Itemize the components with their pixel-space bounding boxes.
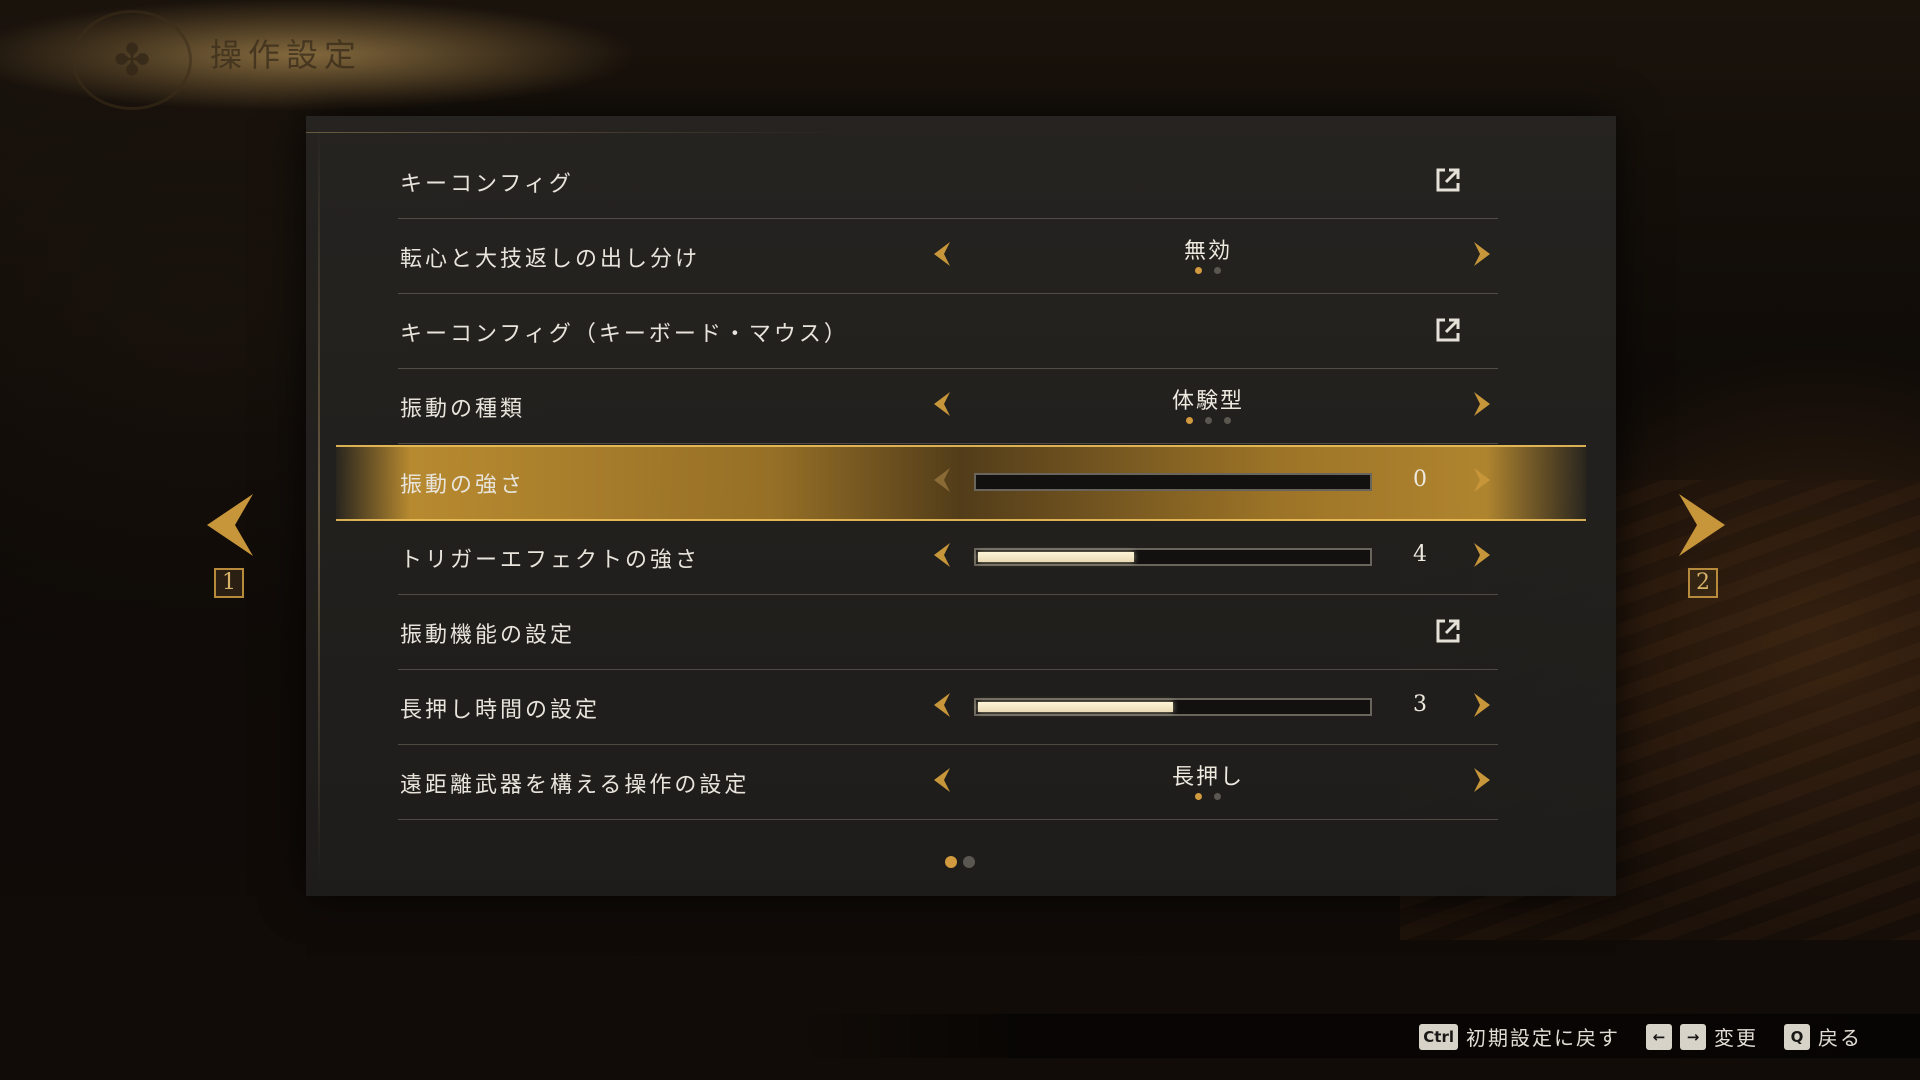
setting-row-key-config[interactable]: キーコンフィグ [398,144,1498,219]
next-page-nav[interactable]: 2 [1668,490,1738,598]
external-link-icon[interactable] [1432,314,1464,346]
page-number-badge: 1 [214,568,244,598]
setting-value: 体験型 [1171,389,1244,414]
option-dot [1185,417,1193,424]
slider-fill [978,702,1173,712]
setting-label: 転心と大技返しの出し分け [400,247,701,272]
option-dot [1195,267,1202,274]
button-hints: Ctrl 初期設定に戻す ← → 変更 Q 戻る [1419,1022,1862,1051]
option-dots [998,267,1418,274]
setting-row-ranged-weapon[interactable]: 遠距離武器を構える操作の設定 長押し [398,745,1498,820]
option-dots [998,793,1418,800]
page-dot [963,856,975,868]
arrow-left-icon[interactable] [924,688,958,722]
setting-row-vibration-function[interactable]: 振動機能の設定 [398,595,1498,670]
change-hint-label: 変更 [1714,1026,1758,1050]
right-arrow-key-icon[interactable]: → [1680,1023,1706,1050]
option-dot [1214,267,1221,274]
setting-row-key-config-kbm[interactable]: キーコンフィグ（キーボード・マウス） [398,294,1498,369]
panel-edge-decoration [318,120,320,880]
setting-row-hold-time[interactable]: 長押し時間の設定 3 [398,670,1498,745]
arrow-right-icon[interactable] [1466,538,1500,572]
setting-row-tenshin[interactable]: 転心と大技返しの出し分け 無効 [398,219,1498,294]
prev-page-nav[interactable]: 1 [194,490,264,598]
arrow-right-icon[interactable] [1466,387,1500,421]
reset-hint-label: 初期設定に戻す [1466,1026,1620,1050]
arrow-right-icon[interactable] [1466,237,1500,271]
setting-value: 長押し [1171,765,1244,790]
setting-value: 無効 [1183,239,1232,264]
arrow-left-icon[interactable] [924,237,958,271]
trigger-effect-slider[interactable] [974,548,1372,566]
option-dots [998,417,1418,424]
slider-value: 4 [1413,542,1427,567]
setting-label: 振動の種類 [400,397,526,422]
option-dot [1204,417,1212,424]
setting-row-vibration-type[interactable]: 振動の種類 体験型 [398,369,1498,444]
option-dot [1195,793,1202,800]
external-link-icon[interactable] [1432,615,1464,647]
hold-time-slider[interactable] [974,698,1372,716]
page-dot [945,856,957,868]
arrow-left-icon[interactable] [924,387,958,421]
option-dot [1214,793,1221,800]
chevron-left-icon[interactable] [201,490,257,560]
setting-label: キーコンフィグ [400,172,574,197]
back-hint-label: 戻る [1818,1026,1862,1050]
setting-label: 長押し時間の設定 [400,698,601,723]
page-title: 操作設定 [210,36,363,74]
arrow-left-icon[interactable] [924,763,958,797]
arrow-left-icon[interactable] [924,538,958,572]
slider-value: 3 [1413,692,1427,717]
setting-row-vibration-strength[interactable]: 振動の強さ 0 [398,445,1498,520]
q-key-icon[interactable]: Q [1784,1023,1810,1050]
arrow-right-icon[interactable] [1466,463,1500,497]
setting-label: キーコンフィグ（キーボード・マウス） [400,322,849,347]
setting-row-trigger-effect[interactable]: トリガーエフェクトの強さ 4 [398,520,1498,595]
setting-label: 振動の強さ [400,473,526,498]
slider-fill [978,552,1134,562]
chevron-right-icon[interactable] [1675,490,1731,560]
external-link-icon[interactable] [1432,164,1464,196]
arrow-right-icon[interactable] [1466,763,1500,797]
vibration-strength-slider[interactable] [974,473,1372,491]
panel-top-decoration [306,132,846,133]
setting-label: 振動機能の設定 [400,623,576,648]
crest-icon: ✤ [72,10,192,110]
page-number-badge: 2 [1688,568,1718,598]
left-arrow-key-icon[interactable]: ← [1646,1023,1672,1050]
arrow-right-icon[interactable] [1466,688,1500,722]
option-dot [1223,417,1231,424]
setting-label: 遠距離武器を構える操作の設定 [400,773,750,798]
page-indicator [945,856,975,868]
arrow-left-icon[interactable] [924,463,958,497]
ctrl-key-icon[interactable]: Ctrl [1419,1023,1458,1050]
setting-label: トリガーエフェクトの強さ [400,548,701,573]
slider-value: 0 [1413,467,1427,492]
